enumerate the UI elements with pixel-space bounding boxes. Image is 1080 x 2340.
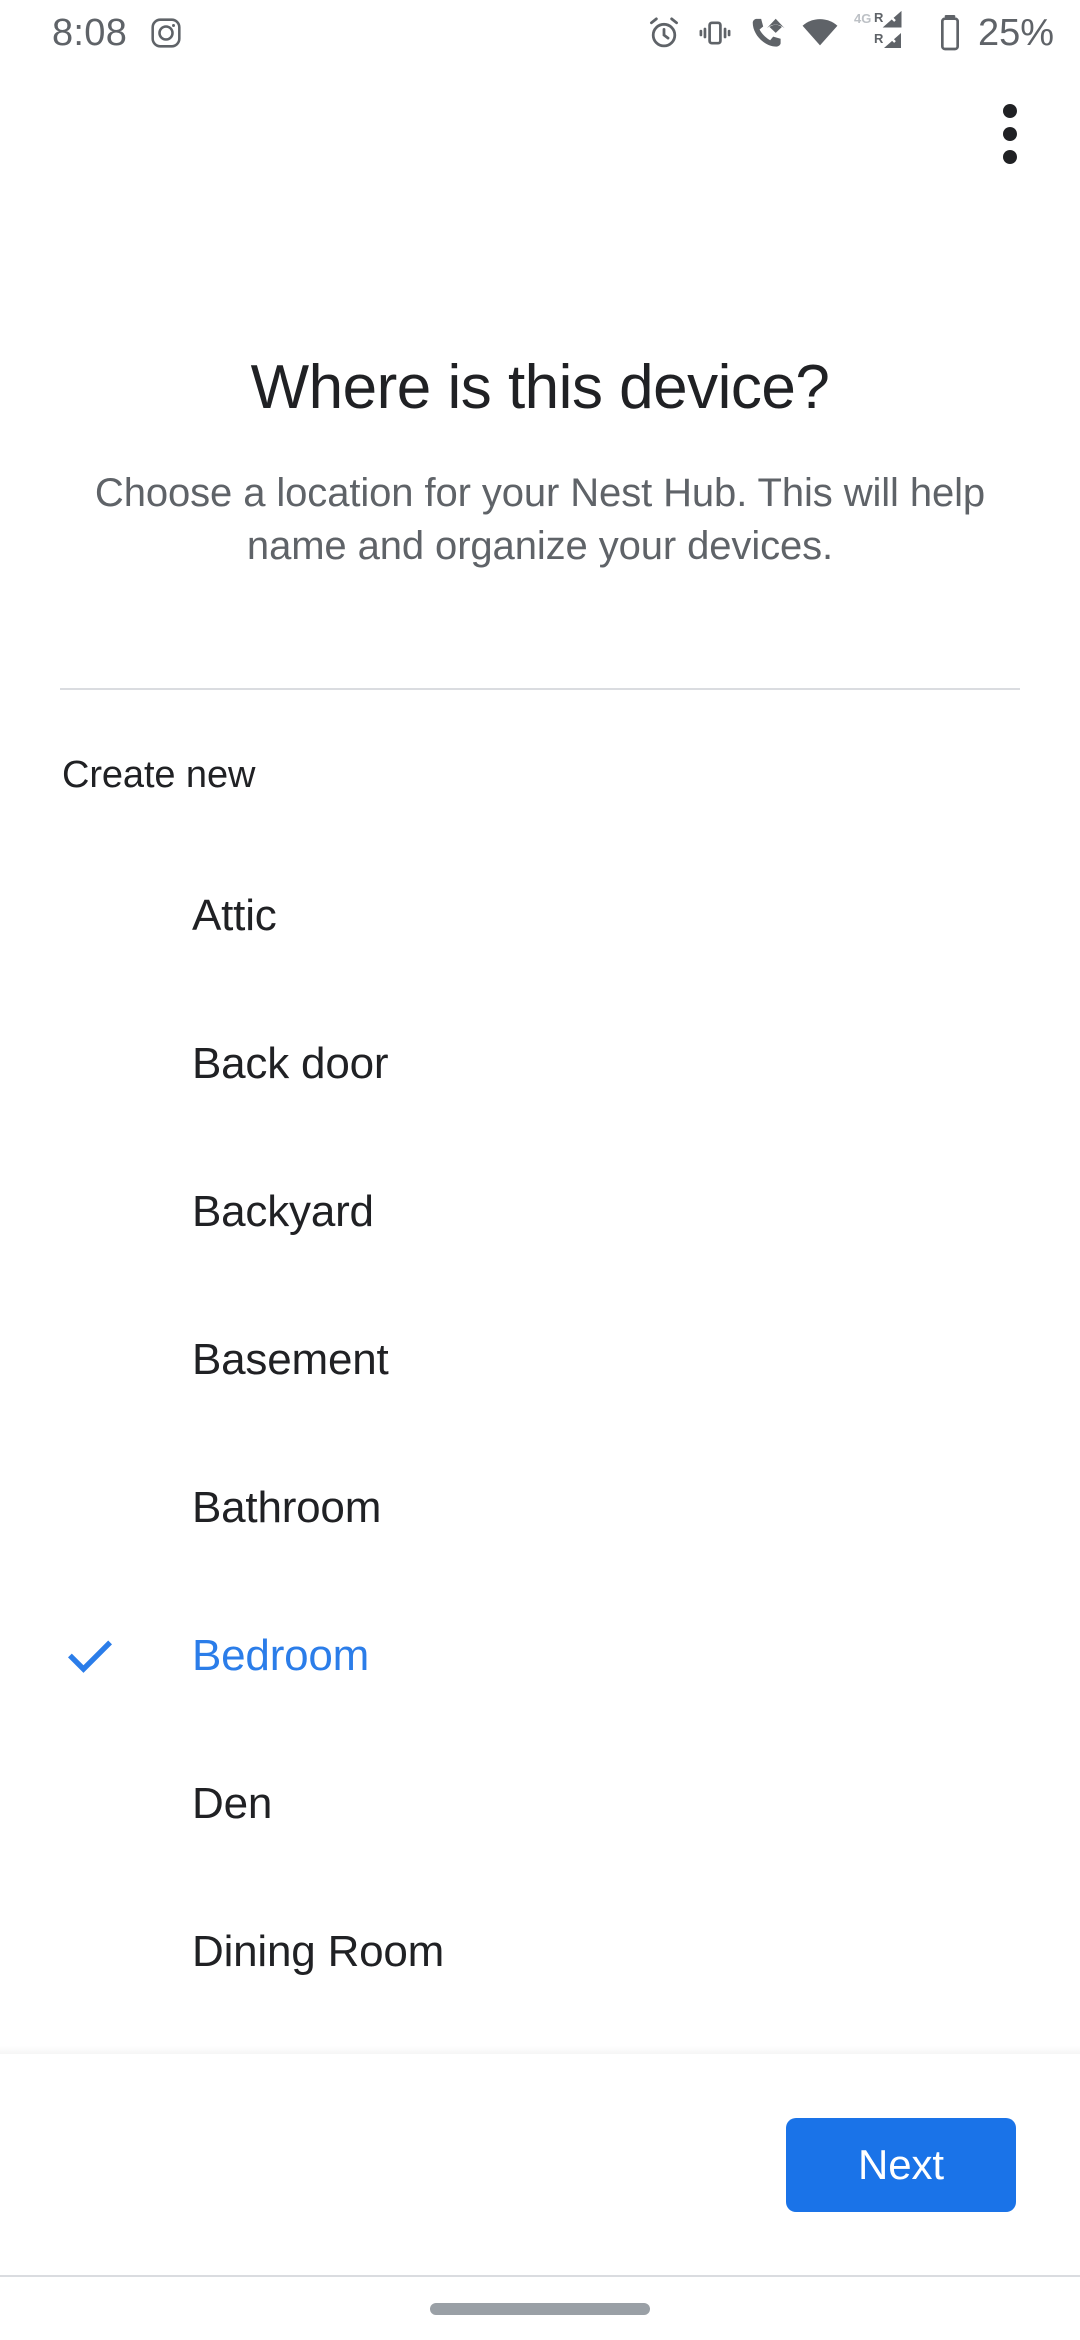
svg-text:R: R (874, 31, 884, 46)
page-title: Where is this device? (250, 353, 830, 422)
page-subtitle: Choose a location for your Nest Hub. Thi… (94, 471, 986, 569)
room-list-item-label: Bedroom (192, 1631, 370, 1680)
overflow-dot-2 (1003, 127, 1017, 141)
status-bar-left: 8:08 (52, 14, 183, 52)
wifi-calling-icon (748, 14, 786, 52)
room-list-item[interactable]: Bedroom (0, 1582, 1080, 1730)
next-button[interactable]: Next (786, 2118, 1016, 2212)
overflow-dot-1 (1003, 104, 1017, 118)
room-list-item[interactable]: Basement (0, 1286, 1080, 1434)
overflow-menu-icon[interactable] (962, 86, 1058, 182)
system-nav-bar (0, 2277, 1080, 2340)
battery-icon (935, 13, 965, 53)
room-list-item[interactable]: Back door (0, 990, 1080, 1138)
room-list-item-label: Den (192, 1779, 273, 1828)
room-list-item[interactable]: Bathroom (0, 1434, 1080, 1582)
footer-scroll-shadow (0, 2046, 1080, 2054)
room-list-item-label: Bathroom (192, 1483, 382, 1532)
room-list-item-label: Attic (192, 891, 277, 940)
header: Where is this device? Choose a location … (0, 352, 1080, 574)
check-icon (62, 1628, 118, 1684)
create-new-label[interactable]: Create new (0, 714, 1080, 794)
header-divider (60, 688, 1020, 690)
svg-text:R: R (874, 10, 884, 25)
overflow-dot-3 (1003, 150, 1017, 164)
room-list-item[interactable]: Dining Room (0, 1878, 1080, 2026)
app-bar (0, 66, 1080, 206)
action-bar: Next (0, 2054, 1080, 2275)
wifi-icon (801, 14, 839, 52)
room-list-item[interactable]: Attic (0, 842, 1080, 990)
room-list-item-label: Back door (192, 1039, 389, 1088)
battery-percent-label: 25% (977, 12, 1054, 54)
alarm-clock-icon (646, 15, 682, 51)
room-list-section[interactable]: Create new Attic Back door Backyard Basemen… (0, 714, 1080, 2054)
room-list-item-label: Dining Room (192, 1927, 445, 1976)
room-list-item[interactable]: Backyard (0, 1138, 1080, 1286)
status-bar-right: 4G R R 25% (646, 9, 1054, 57)
vibrate-icon (697, 15, 733, 51)
room-list-item-label: Basement (192, 1335, 389, 1384)
home-gesture-pill[interactable] (430, 2302, 650, 2315)
4g-roaming-signal-icon: 4G R R (854, 9, 920, 57)
room-list: Attic Back door Backyard Basement Bathroom Be… (0, 842, 1080, 2026)
status-bar: 8:08 4G R R 25% (0, 0, 1080, 66)
room-list-item-label: Backyard (192, 1187, 374, 1236)
svg-text:4G: 4G (854, 11, 871, 26)
status-clock: 8:08 (52, 12, 128, 54)
room-list-item[interactable]: Den (0, 1730, 1080, 1878)
instagram-notification-icon (149, 16, 183, 50)
